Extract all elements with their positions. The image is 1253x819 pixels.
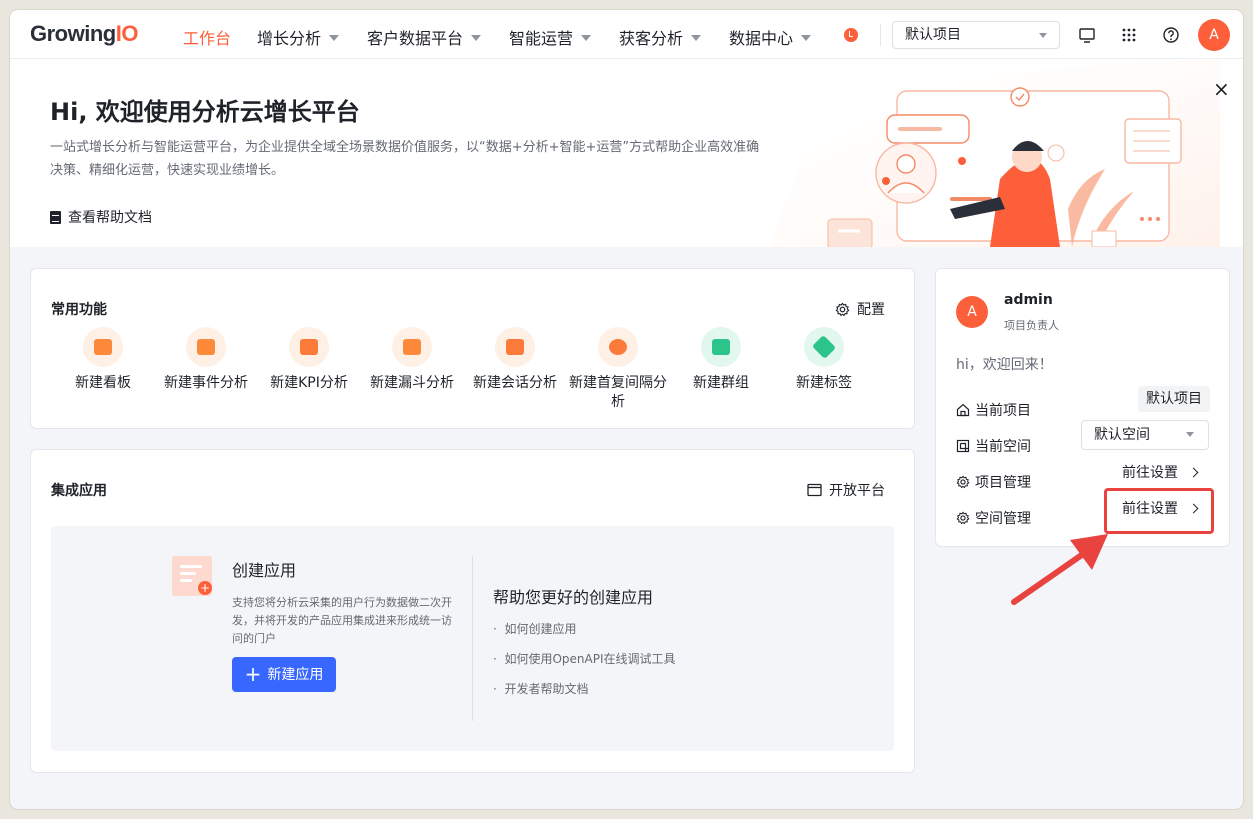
nav-tab-smart-ops[interactable]: 智能运营: [509, 25, 592, 49]
integrated-apps-card: 集成应用 开放平台 + 创建应用 支持您将分析云采集的用户行为数据做二次开发，并…: [30, 449, 915, 773]
gear-icon: [956, 475, 970, 489]
current-project-tag: 默认项目: [1138, 386, 1210, 412]
project-select[interactable]: 默认项目: [892, 21, 1060, 49]
plus-icon: +: [244, 662, 262, 686]
annotation-arrow-icon: [1011, 534, 1108, 605]
dashboard-icon: [83, 327, 123, 367]
growingio-logo[interactable]: GrowingIO: [30, 21, 138, 47]
help-link-create-app[interactable]: · 如何创建应用: [493, 620, 576, 637]
nav-tab-cdp[interactable]: 客户数据平台: [367, 25, 482, 49]
user-avatar[interactable]: A: [1198, 19, 1230, 51]
nav-tab-data-center[interactable]: 数据中心: [729, 25, 812, 49]
annotation-highlight-box: [1104, 488, 1214, 534]
profile-avatar: A: [956, 296, 988, 328]
chevron-down-icon: [581, 35, 592, 41]
help-doc-link[interactable]: 查看帮助文档: [50, 207, 152, 227]
func-new-kpi-analysis[interactable]: 新建KPI分析: [259, 327, 359, 393]
create-app-description: 支持您将分析云采集的用户行为数据做二次开发，并将开发的产品应用集成进来形成统一访…: [232, 596, 452, 645]
interval-analysis-icon: [598, 327, 638, 367]
app-window: GrowingIO 工作台 增长分析 客户数据平台 智能运营 获客分析 数据中心…: [10, 10, 1243, 809]
new-app-button[interactable]: + 新建应用: [232, 657, 336, 692]
current-project-label: 当前项目: [956, 400, 1031, 420]
space-icon: [956, 439, 970, 453]
event-analysis-icon: [186, 327, 226, 367]
kpi-analysis-icon: [289, 327, 329, 367]
chevron-down-icon: [801, 35, 812, 41]
banner-description: 一站式增长分析与智能运营平台，为企业提供全域全场景数据价值服务，以“数据+分析+…: [50, 140, 760, 178]
func-new-group[interactable]: 新建群组: [671, 327, 771, 393]
nav-tab-acquisition[interactable]: 获客分析: [619, 25, 702, 49]
func-new-event-analysis[interactable]: 新建事件分析: [156, 327, 256, 393]
integrated-apps-title: 集成应用: [51, 483, 107, 499]
func-new-funnel-analysis[interactable]: 新建漏斗分析: [362, 327, 462, 393]
profile-role: 项目负责人: [1004, 319, 1059, 332]
space-select[interactable]: 默认空间: [1081, 420, 1209, 450]
help-icon[interactable]: [1162, 26, 1180, 44]
close-icon[interactable]: ×: [1213, 79, 1230, 99]
chevron-down-icon: [691, 35, 702, 41]
create-app-title: 创建应用: [232, 561, 297, 580]
func-new-interval-analysis[interactable]: 新建首复间隔分析: [568, 327, 668, 412]
chevron-right-icon: [1188, 467, 1199, 477]
help-title: 帮助您更好的创建应用: [493, 588, 654, 607]
monitor-icon[interactable]: [1078, 26, 1096, 44]
document-icon: [50, 210, 61, 224]
apps-grid-icon[interactable]: [1120, 26, 1138, 44]
func-new-tag[interactable]: 新建标签: [774, 327, 874, 393]
session-analysis-icon: [495, 327, 535, 367]
nav-tab-workbench[interactable]: 工作台: [183, 25, 231, 49]
welcome-banner: Hi, 欢迎使用分析云增长平台 一站式增长分析与智能运营平台，为企业提供全域全场…: [10, 59, 1243, 247]
home-icon: [956, 403, 970, 417]
project-settings-link[interactable]: 前往设置: [1122, 462, 1199, 482]
help-link-dev-docs[interactable]: · 开发者帮助文档: [493, 680, 588, 697]
window-icon: [807, 483, 822, 497]
welcome-text: hi，欢迎回来！: [956, 357, 1053, 373]
banner-illustration: [770, 59, 1220, 247]
func-new-dashboard[interactable]: 新建看板: [53, 327, 153, 393]
top-navigation: GrowingIO 工作台 增长分析 客户数据平台 智能运营 获客分析 数据中心…: [10, 10, 1243, 59]
nav-tab-growth-analysis[interactable]: 增长分析: [257, 25, 340, 49]
chevron-down-icon: [471, 35, 482, 41]
panel-divider: [472, 556, 473, 721]
notification-dot-icon[interactable]: [844, 28, 858, 42]
chevron-down-icon: [329, 35, 340, 41]
chevron-down-icon: [1186, 432, 1194, 437]
group-icon: [701, 327, 741, 367]
config-button[interactable]: 配置: [835, 299, 885, 319]
profile-name: admin: [1004, 292, 1053, 308]
common-functions-card: 常用功能 配置 新建看板 新建事件分析 新建KPI分析 新建漏斗分析 新建会话分…: [30, 268, 915, 429]
help-link-openapi[interactable]: · 如何使用OpenAPI在线调试工具: [493, 650, 676, 667]
gear-icon: [835, 301, 850, 316]
banner-title: Hi, 欢迎使用分析云增长平台: [50, 98, 360, 126]
current-space-label: 当前空间: [956, 436, 1031, 456]
func-new-session-analysis[interactable]: 新建会话分析: [465, 327, 565, 393]
project-mgmt-label: 项目管理: [956, 472, 1031, 492]
create-app-panel: + 创建应用 支持您将分析云采集的用户行为数据做二次开发，并将开发的产品应用集成…: [51, 526, 894, 751]
tag-icon: [804, 327, 844, 367]
create-app-icon: +: [172, 556, 212, 596]
gear-icon: [956, 511, 970, 525]
open-platform-link[interactable]: 开放平台: [807, 480, 885, 500]
common-functions-title: 常用功能: [51, 302, 107, 318]
funnel-analysis-icon: [392, 327, 432, 367]
chevron-down-icon: [1039, 33, 1047, 38]
nav-divider: [880, 24, 881, 46]
